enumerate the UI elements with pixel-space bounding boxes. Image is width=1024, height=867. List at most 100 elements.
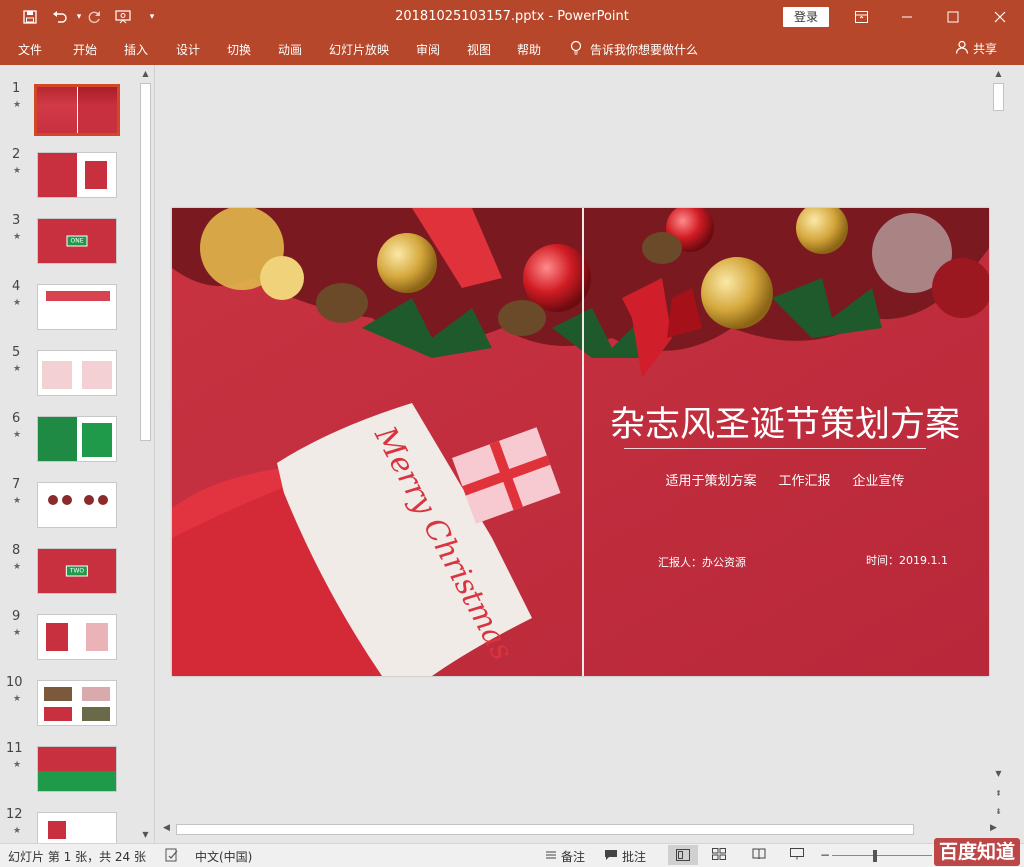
- slide-subtitle-row[interactable]: 适用于策划方案 工作汇报 企业宣传: [600, 470, 970, 489]
- title-bar: ▾ ▾ 20181025103157.pptx - PowerPoint 登录: [0, 0, 1024, 34]
- slide-thumbnail[interactable]: 10 ★: [0, 663, 138, 729]
- slide-thumbnail-image[interactable]: [37, 812, 117, 843]
- tell-me-box[interactable]: 告诉我你想要做什么: [570, 40, 698, 59]
- zoom-out-icon[interactable]: −: [820, 848, 830, 862]
- previous-slide-icon[interactable]: ⇞: [990, 785, 1007, 802]
- scrollbar-thumb[interactable]: [993, 83, 1004, 111]
- slide-thumbnail[interactable]: 2 ★: [0, 135, 138, 201]
- scroll-up-icon[interactable]: ▲: [137, 65, 154, 82]
- zoom-slider-knob[interactable]: [873, 850, 877, 862]
- language-indicator[interactable]: 中文(中国): [195, 848, 252, 865]
- close-icon[interactable]: [977, 0, 1023, 34]
- slide-thumbnail[interactable]: 8 ★ TWO: [0, 531, 138, 597]
- slide-count: 幻灯片 第 1 张，共 24 张: [8, 850, 146, 864]
- reading-view-icon[interactable]: [752, 848, 766, 860]
- scroll-right-icon[interactable]: ▶: [990, 823, 997, 833]
- undo-icon[interactable]: [51, 8, 69, 26]
- share-label: 共享: [973, 42, 998, 56]
- animation-star-icon: ★: [13, 166, 22, 176]
- slide-thumbnail[interactable]: 4 ★: [0, 267, 138, 333]
- tab-slideshow[interactable]: 幻灯片放映: [329, 41, 389, 58]
- slide-thumbnail-image[interactable]: [34, 84, 120, 136]
- editor-horizontal-scrollbar[interactable]: ◀ ▶: [160, 821, 1004, 838]
- status-bar: 幻灯片 第 1 张，共 24 张 中文(中国) 备注 批注 −: [0, 843, 1024, 867]
- slideshow-icon[interactable]: [790, 848, 804, 860]
- slide-number: 1: [12, 81, 21, 96]
- animation-star-icon: ★: [13, 628, 22, 638]
- normal-view-icon[interactable]: [668, 845, 698, 865]
- share-button[interactable]: 共享: [955, 40, 997, 57]
- slide-sorter-icon[interactable]: [712, 848, 726, 860]
- scroll-down-icon[interactable]: ▼: [137, 826, 154, 843]
- notes-button[interactable]: 备注: [545, 848, 585, 865]
- animation-star-icon: ★: [13, 364, 22, 374]
- tab-review[interactable]: 审阅: [416, 41, 440, 58]
- person-icon: [955, 40, 969, 57]
- tab-view[interactable]: 视图: [467, 41, 491, 58]
- thumbnail-scrollbar[interactable]: ▲ ▼: [137, 65, 154, 843]
- slide-thumbnail-panel: 1 ★ 2 ★ 3 ★ ONE 4 ★ 5 ★ 6 ★ 7 ★ 8 ★ TWO …: [0, 65, 155, 843]
- slide-thumbnail-image[interactable]: [37, 482, 117, 528]
- slide-thumbnail-image[interactable]: [37, 152, 117, 198]
- maximize-icon[interactable]: [930, 0, 976, 34]
- scroll-up-icon[interactable]: ▲: [990, 65, 1007, 82]
- scrollbar-thumb[interactable]: [176, 824, 914, 835]
- from-beginning-icon[interactable]: [114, 8, 132, 26]
- comments-button[interactable]: 批注: [604, 848, 646, 865]
- slide-thumbnail-image[interactable]: [37, 416, 117, 462]
- slide-title[interactable]: 杂志风圣诞节策划方案: [600, 396, 970, 447]
- tab-animations[interactable]: 动画: [278, 41, 302, 58]
- slide-thumbnail[interactable]: 12 ★: [0, 795, 138, 843]
- current-slide[interactable]: 杂志风圣诞节策划方案 适用于策划方案 工作汇报 企业宣传 汇报人：办公资源 时间…: [172, 208, 989, 676]
- slide-thumbnail[interactable]: 3 ★ ONE: [0, 201, 138, 267]
- tab-transitions[interactable]: 切换: [227, 41, 251, 58]
- scrollbar-thumb[interactable]: [140, 83, 151, 441]
- scroll-down-icon[interactable]: ▼: [990, 765, 1007, 782]
- slide-thumbnail[interactable]: 6 ★: [0, 399, 138, 465]
- ribbon-tabs: 文件 开始 插入 设计 切换 动画 幻灯片放映 审阅 视图 帮助 告诉我你想要做…: [0, 34, 1024, 65]
- ribbon-display-icon[interactable]: [838, 0, 884, 34]
- tab-help[interactable]: 帮助: [517, 41, 541, 58]
- spell-check-icon[interactable]: [165, 848, 179, 862]
- scroll-left-icon[interactable]: ◀: [163, 823, 170, 833]
- tab-design[interactable]: 设计: [176, 41, 200, 58]
- slide-thumbnail-image[interactable]: [37, 350, 117, 396]
- tab-home[interactable]: 开始: [73, 41, 97, 58]
- animation-star-icon: ★: [13, 826, 22, 836]
- tab-file[interactable]: 文件: [18, 41, 42, 58]
- slide-thumbnail[interactable]: 9 ★: [0, 597, 138, 663]
- watermark-logo: 百度知道: [934, 838, 1020, 866]
- animation-star-icon: ★: [13, 298, 22, 308]
- animation-star-icon: ★: [13, 694, 22, 704]
- slide-thumbnail-image[interactable]: TWO: [37, 548, 117, 594]
- animation-star-icon: ★: [13, 232, 22, 242]
- animation-star-icon: ★: [13, 430, 22, 440]
- slide-thumbnail[interactable]: 5 ★: [0, 333, 138, 399]
- slide-thumbnail[interactable]: 1 ★: [0, 69, 138, 136]
- zoom-slider-track[interactable]: [832, 855, 932, 856]
- slide-thumbnail[interactable]: 7 ★: [0, 465, 138, 531]
- slide-thumbnail-image[interactable]: ONE: [37, 218, 117, 264]
- slide-thumbnail-image[interactable]: [37, 614, 117, 660]
- slide-thumbnail[interactable]: 11 ★: [0, 729, 138, 795]
- slide-number: 11: [6, 741, 23, 756]
- editor-vertical-scrollbar[interactable]: ▲ ▼ ⇞ ⇟: [990, 65, 1007, 821]
- subtitle-item: 适用于策划方案: [665, 474, 757, 489]
- slide-reporter[interactable]: 汇报人：办公资源: [658, 554, 746, 570]
- slide-date[interactable]: 时间：2019.1.1: [866, 552, 948, 568]
- customize-toolbar-icon[interactable]: ▾: [143, 8, 161, 26]
- redo-icon[interactable]: [85, 8, 103, 26]
- login-button[interactable]: 登录: [783, 7, 829, 27]
- next-slide-icon[interactable]: ⇟: [990, 803, 1007, 820]
- lightbulb-icon: [570, 40, 582, 59]
- minimize-icon[interactable]: [884, 0, 930, 34]
- slide-editor[interactable]: 杂志风圣诞节策划方案 适用于策划方案 工作汇报 企业宣传 汇报人：办公资源 时间…: [155, 65, 1007, 821]
- slide-thumbnail-image[interactable]: [37, 284, 117, 330]
- tab-insert[interactable]: 插入: [124, 41, 148, 58]
- slide-number: 3: [12, 213, 21, 228]
- subtitle-item: 工作汇报: [778, 474, 831, 489]
- title-divider: [624, 448, 926, 449]
- slide-thumbnail-image[interactable]: [37, 680, 117, 726]
- slide-thumbnail-image[interactable]: [37, 746, 117, 792]
- save-icon[interactable]: [21, 8, 39, 26]
